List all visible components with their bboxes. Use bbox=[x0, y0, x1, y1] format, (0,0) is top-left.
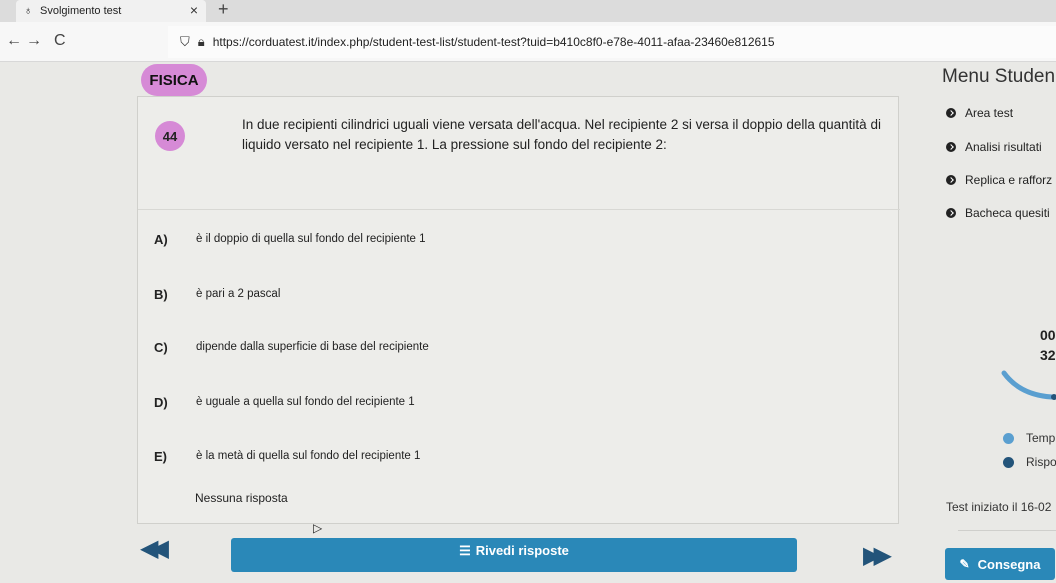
menu-item-label: Bacheca quesiti bbox=[965, 206, 1050, 220]
divider bbox=[958, 530, 1056, 531]
lock-icon: 🔒︎ bbox=[197, 34, 205, 49]
navigation-bar: ← → C ⛉ 🔒︎ https://corduatest.it/index.p… bbox=[0, 22, 1056, 62]
review-answers-button[interactable]: ☰ Rivedi risposte bbox=[231, 538, 797, 572]
reload-button[interactable]: C bbox=[54, 32, 66, 50]
legend-tempo: Temp bbox=[1003, 431, 1055, 445]
question-text: In due recipienti cilindrici uguali vien… bbox=[242, 117, 881, 152]
legend-risposte: Rispo bbox=[1003, 455, 1056, 469]
question-card: 44 In due recipienti cilindrici uguali v… bbox=[137, 96, 900, 524]
option-text: è il doppio di quella sul fondo del reci… bbox=[196, 233, 426, 245]
timer-seconds: 32 bbox=[1040, 347, 1056, 363]
no-answer-option[interactable]: Nessuna risposta bbox=[195, 491, 288, 505]
menu-item-analisi-risultati[interactable]: Analisi risultati bbox=[946, 140, 1042, 154]
shield-icon: ⛉ bbox=[180, 34, 190, 49]
menu-item-label: Replica e rafforz bbox=[965, 173, 1053, 187]
new-tab-button[interactable]: + bbox=[218, 0, 229, 20]
arrow-circle-icon bbox=[946, 208, 956, 218]
legend-dot bbox=[1003, 456, 1014, 468]
option-b[interactable]: B) è pari a 2 pascal bbox=[138, 287, 878, 307]
arrow-circle-icon bbox=[946, 142, 956, 152]
submit-label: Consegna bbox=[977, 556, 1041, 572]
divider bbox=[138, 209, 900, 210]
option-e[interactable]: E) è la metà di quella sul fondo del rec… bbox=[138, 449, 878, 469]
next-question-icon[interactable]: ▶▶ bbox=[863, 541, 892, 570]
subject-badge: FISICA bbox=[141, 64, 207, 96]
menu-item-area-test[interactable]: Area test bbox=[946, 106, 1013, 120]
forward-button[interactable]: → bbox=[26, 32, 42, 50]
question-number: 44 bbox=[155, 121, 185, 151]
option-letter: B) bbox=[154, 287, 168, 302]
list-icon: ☰ bbox=[459, 543, 471, 558]
legend-label: Temp bbox=[1026, 431, 1056, 445]
favicon-icon: ♁ bbox=[24, 5, 33, 17]
address-bar[interactable]: ⛉ 🔒︎ https://corduatest.it/index.php/stu… bbox=[168, 26, 1056, 58]
arrow-circle-icon bbox=[946, 175, 956, 185]
timer-gauge bbox=[1001, 370, 1056, 400]
timer-minutes: 00 bbox=[1040, 327, 1056, 343]
tab-bar: ♁ Svolgimento test × + bbox=[0, 0, 1056, 22]
tab-title: Svolgimento test bbox=[40, 5, 122, 17]
submit-button[interactable]: ✎ Consegna bbox=[945, 548, 1055, 580]
menu-title: Menu Studen bbox=[942, 66, 1056, 87]
option-letter: C) bbox=[154, 340, 168, 355]
page-content: FISICA Menu Studen 44 In due recipienti … bbox=[0, 62, 1056, 583]
option-text: è pari a 2 pascal bbox=[196, 288, 281, 300]
option-text: è uguale a quella sul fondo del recipien… bbox=[196, 396, 415, 408]
pencil-icon: ✎ bbox=[959, 557, 970, 571]
option-a[interactable]: A) è il doppio di quella sul fondo del r… bbox=[138, 232, 878, 252]
option-letter: E) bbox=[154, 449, 167, 464]
url-text: https://corduatest.it/index.php/student-… bbox=[212, 35, 775, 49]
option-d[interactable]: D) è uguale a quella sul fondo del recip… bbox=[138, 395, 878, 415]
option-text: dipende dalla superficie di base del rec… bbox=[196, 341, 429, 353]
menu-item-label: Analisi risultati bbox=[965, 140, 1042, 154]
option-letter: D) bbox=[154, 395, 168, 410]
option-text: è la metà di quella sul fondo del recipi… bbox=[196, 450, 421, 462]
menu-item-label: Area test bbox=[965, 106, 1014, 120]
close-tab-icon[interactable]: × bbox=[190, 2, 198, 18]
menu-item-bacheca-quesiti[interactable]: Bacheca quesiti bbox=[946, 206, 1050, 220]
menu-item-replica[interactable]: Replica e rafforz bbox=[946, 173, 1052, 187]
legend-dot bbox=[1003, 432, 1014, 444]
test-started-text: Test iniziato il 16-02 bbox=[946, 500, 1052, 514]
legend-label: Rispo bbox=[1026, 455, 1056, 469]
option-letter: A) bbox=[154, 232, 168, 247]
previous-question-icon[interactable]: ◀◀ bbox=[140, 534, 169, 563]
arrow-circle-icon bbox=[946, 108, 956, 118]
review-label: Rivedi risposte bbox=[475, 543, 569, 558]
option-c[interactable]: C) dipende dalla superficie di base del … bbox=[138, 340, 878, 360]
back-button[interactable]: ← bbox=[6, 32, 22, 50]
mouse-cursor-icon: ▷ bbox=[313, 521, 323, 535]
browser-tab[interactable]: ♁ Svolgimento test × bbox=[16, 0, 206, 22]
